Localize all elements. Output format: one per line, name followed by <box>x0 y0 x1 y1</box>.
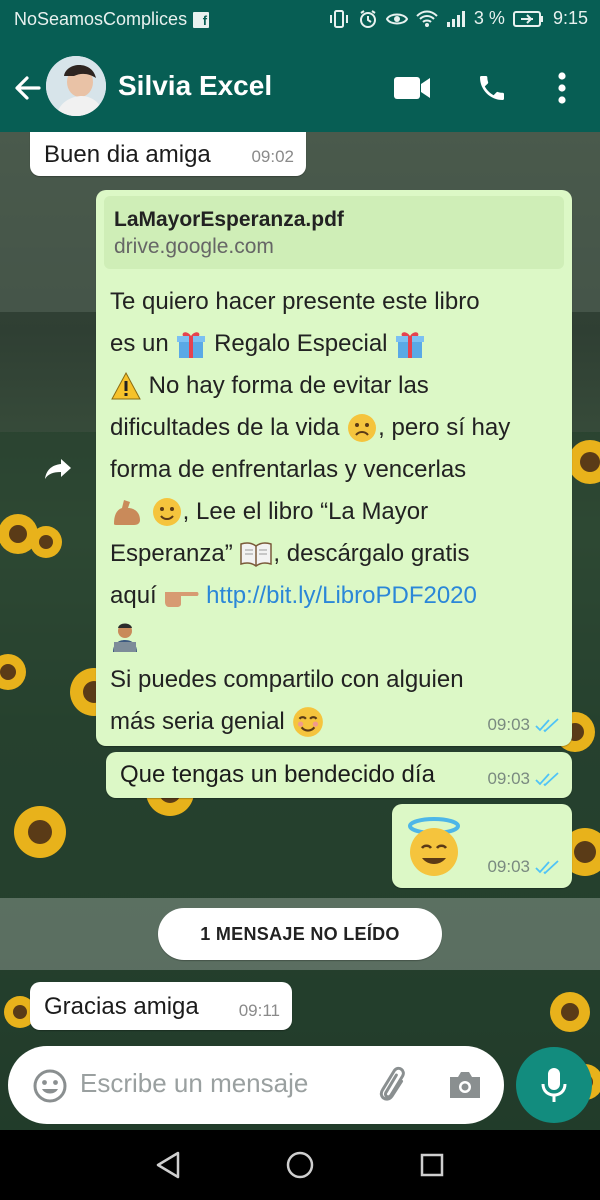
technologist-icon <box>113 623 137 653</box>
message-outgoing[interactable]: 09:03 <box>392 804 572 888</box>
eye-icon <box>385 13 408 24</box>
emoji-icon <box>33 1069 67 1103</box>
message-text: Que tengas un bendecido día <box>120 761 435 788</box>
phone-icon <box>480 76 504 100</box>
more-options-button[interactable] <box>540 66 584 110</box>
camera-icon <box>450 1072 480 1098</box>
battery-charging-icon <box>512 10 543 27</box>
message-meta: 09:03 <box>487 766 560 792</box>
message-time: 09:03 <box>487 768 530 788</box>
mic-button[interactable] <box>516 1047 592 1123</box>
message-text: Te quiero hacer presente este libro es u… <box>96 269 572 773</box>
frowning-face-icon <box>348 414 377 443</box>
nav-back-icon <box>156 1151 180 1179</box>
message-incoming[interactable]: Gracias amiga 09:11 <box>30 982 292 1030</box>
attach-button[interactable] <box>372 1064 412 1106</box>
voice-call-button[interactable] <box>470 66 514 110</box>
smiling-eyes-icon <box>293 707 324 738</box>
emoji-button[interactable] <box>30 1066 70 1106</box>
message-line: , Lee el libro “La Mayor <box>182 497 429 525</box>
warning-icon <box>111 372 141 400</box>
message-line: Esperanza” <box>110 539 233 567</box>
message-line: forma de enfrentarlas y vencerlas <box>110 455 467 483</box>
message-line: aquí <box>110 581 157 609</box>
message-meta: 09:03 <box>487 712 560 738</box>
contact-name[interactable]: Silvia Excel <box>118 70 272 102</box>
message-line: No hay forma de evitar las <box>148 371 429 399</box>
message-text: Buen dia amiga <box>44 141 211 168</box>
message-outgoing[interactable]: Que tengas un bendecido día 09:03 <box>106 752 572 798</box>
avatar[interactable] <box>46 56 106 116</box>
vibrate-icon <box>329 9 348 28</box>
link-preview-title: LaMayorEsperanza.pdf <box>114 208 344 231</box>
mic-icon <box>541 1068 567 1102</box>
message-line: Te quiero hacer presente este libro <box>110 287 480 315</box>
smiling-face-with-halo-icon <box>408 817 460 876</box>
pointing-right-icon <box>165 592 199 608</box>
camera-button[interactable] <box>444 1064 486 1106</box>
nav-recents-icon <box>420 1153 444 1177</box>
open-book-icon <box>240 542 273 568</box>
video-call-button[interactable] <box>390 66 434 110</box>
read-ticks-icon <box>535 718 559 733</box>
message-composer[interactable]: Escribe un mensaje <box>8 1046 504 1124</box>
message-line: es un <box>110 329 169 357</box>
message-time: 09:11 <box>238 1000 280 1020</box>
forward-icon <box>45 459 71 479</box>
message-input[interactable]: Escribe un mensaje <box>80 1068 308 1099</box>
message-line: dificultades de la vida <box>110 413 340 441</box>
flexed-biceps-icon <box>114 500 140 526</box>
more-vert-icon <box>558 72 566 104</box>
gift-icon <box>396 332 425 359</box>
system-nav-bar <box>0 1130 600 1200</box>
message-line: más seria genial <box>110 707 285 735</box>
signal-icon <box>446 10 465 27</box>
message-line: Regalo Especial <box>214 329 388 357</box>
message-line: , pero sí hay <box>378 413 511 441</box>
back-button[interactable] <box>8 68 48 108</box>
forward-button[interactable] <box>36 452 80 486</box>
gift-icon <box>177 332 206 359</box>
read-ticks-icon <box>535 860 559 875</box>
alarm-icon <box>359 9 376 28</box>
nav-home-button[interactable] <box>282 1147 318 1183</box>
video-call-icon <box>394 77 430 99</box>
message-time: 09:02 <box>251 146 294 166</box>
link-preview-domain: drive.google.com <box>114 235 274 259</box>
clock: 9:15 <box>552 8 588 28</box>
status-bar: NoSeamosComplices f 3 % 9:15 <box>0 0 600 40</box>
nav-recents-button[interactable] <box>414 1147 450 1183</box>
unread-messages-banner: 1 MENSAJE NO LEÍDO <box>158 908 442 960</box>
carrier-label: NoSeamosComplices <box>14 9 188 29</box>
wifi-icon <box>416 10 438 27</box>
message-time: 09:03 <box>487 714 530 734</box>
message-text: Gracias amiga <box>44 993 199 1020</box>
message-link[interactable]: http://bit.ly/LibroPDF2020 <box>206 582 477 609</box>
battery-percent: 3 % <box>473 8 505 28</box>
message-meta: 09:03 <box>487 854 560 880</box>
message-outgoing[interactable]: LaMayorEsperanza.pdf drive.google.com Te… <box>96 190 572 746</box>
nav-back-button[interactable] <box>150 1147 186 1183</box>
message-line: Si puedes compartilo con alguien <box>110 665 464 693</box>
attach-icon <box>379 1066 405 1101</box>
message-incoming[interactable]: Buen dia amiga 09:02 <box>30 132 306 176</box>
nav-home-icon <box>286 1151 314 1179</box>
smiling-face-icon <box>152 498 181 527</box>
back-arrow-icon <box>15 76 41 100</box>
facebook-icon: f <box>193 11 210 28</box>
link-preview[interactable]: LaMayorEsperanza.pdf drive.google.com <box>104 196 564 269</box>
message-line: , descárgalo gratis <box>273 539 470 567</box>
chat-header: Silvia Excel <box>0 40 600 132</box>
read-ticks-icon <box>535 772 559 787</box>
message-time: 09:03 <box>487 856 530 876</box>
